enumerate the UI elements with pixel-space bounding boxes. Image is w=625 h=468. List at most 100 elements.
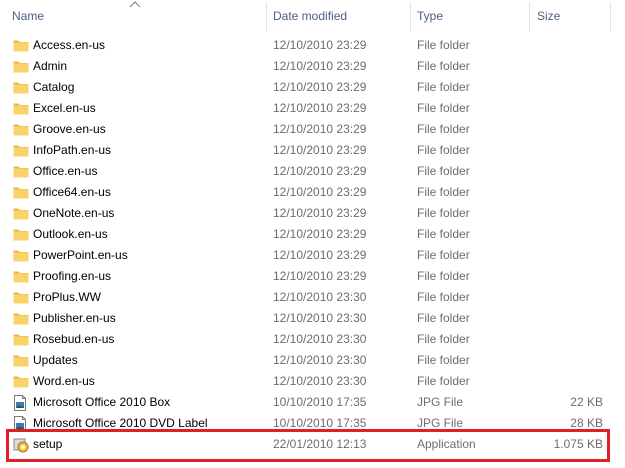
file-name: PowerPoint.en-us (33, 248, 128, 262)
file-size (530, 308, 603, 329)
file-name: Microsoft Office 2010 Box (33, 395, 171, 409)
file-size (530, 350, 603, 371)
column-divider[interactable] (529, 2, 530, 32)
file-name: Microsoft Office 2010 DVD Label (33, 416, 208, 430)
file-row[interactable]: Rosebud.en-us 12/10/2010 23:30 File folder (0, 329, 625, 350)
folder-icon (13, 329, 29, 350)
file-date-modified: 12/10/2010 23:29 (273, 59, 367, 73)
file-row[interactable]: Word.en-us 12/10/2010 23:30 File folder (0, 371, 625, 392)
folder-icon (13, 35, 29, 56)
file-date-modified: 12/10/2010 23:29 (273, 227, 367, 241)
file-row[interactable]: Microsoft Office 2010 DVD Label 10/10/201… (0, 413, 625, 434)
file-row[interactable]: Groove.en-us 12/10/2010 23:29 File folder (0, 119, 625, 140)
file-size (530, 98, 603, 119)
file-type: File folder (417, 59, 470, 73)
column-divider[interactable] (610, 2, 611, 32)
column-divider[interactable] (266, 2, 267, 32)
file-type: File folder (417, 80, 470, 94)
file-name: Excel.en-us (33, 101, 96, 115)
file-name: Proofing.en-us (33, 269, 112, 283)
file-type: JPG File (417, 416, 464, 430)
file-date-modified: 12/10/2010 23:30 (273, 353, 367, 367)
file-row[interactable]: Excel.en-us 12/10/2010 23:29 File folder (0, 98, 625, 119)
file-name: setup (33, 437, 63, 451)
file-date-modified: 12/10/2010 23:29 (273, 185, 367, 199)
file-size: 22 KB (570, 395, 603, 409)
file-date-modified: 22/01/2010 12:13 (273, 437, 367, 451)
folder-icon (13, 161, 29, 182)
file-row[interactable]: Publisher.en-us 12/10/2010 23:30 File fold… (0, 308, 625, 329)
file-name: Office64.en-us (33, 185, 111, 199)
file-date-modified: 12/10/2010 23:29 (273, 122, 367, 136)
file-date-modified: 12/10/2010 23:29 (273, 101, 367, 115)
file-name: Outlook.en-us (33, 227, 108, 241)
file-type: JPG File (417, 395, 464, 409)
file-row[interactable]: Outlook.en-us 12/10/2010 23:29 File folder (0, 224, 625, 245)
file-size (530, 287, 603, 308)
file-date-modified: 12/10/2010 23:29 (273, 38, 367, 52)
file-size (530, 77, 603, 98)
file-date-modified: 10/10/2010 17:35 (273, 395, 367, 409)
file-row[interactable]: Updates 12/10/2010 23:30 File folder (0, 350, 625, 371)
folder-icon (13, 287, 29, 308)
file-row[interactable]: Access.en-us 12/10/2010 23:29 File folder (0, 35, 625, 56)
folder-icon (13, 371, 29, 392)
file-name: Publisher.en-us (33, 311, 116, 325)
column-header-date-modified[interactable]: Date modified (273, 0, 405, 32)
file-date-modified: 12/10/2010 23:29 (273, 206, 367, 220)
folder-icon (13, 182, 29, 203)
file-type: File folder (417, 101, 470, 115)
column-header-size[interactable]: Size (537, 0, 607, 32)
folder-icon (13, 98, 29, 119)
file-date-modified: 12/10/2010 23:29 (273, 269, 367, 283)
file-size (530, 203, 603, 224)
file-type: File folder (417, 332, 470, 346)
folder-icon (13, 245, 29, 266)
file-type: File folder (417, 206, 470, 220)
file-date-modified: 12/10/2010 23:30 (273, 374, 367, 388)
file-type: Application (417, 437, 476, 451)
file-size (530, 35, 603, 56)
file-row[interactable]: setup 22/01/2010 12:13 Application 1.075 KB (0, 434, 625, 455)
file-name: Admin (33, 59, 68, 73)
folder-icon (13, 77, 29, 98)
file-name: Updates (33, 353, 78, 367)
file-size (530, 119, 603, 140)
file-date-modified: 12/10/2010 23:29 (273, 248, 367, 262)
file-type: File folder (417, 269, 470, 283)
column-header-name[interactable]: Name (12, 0, 264, 32)
file-type: File folder (417, 227, 470, 241)
column-header-bar: Name Date modified Type Size (0, 0, 625, 32)
file-row[interactable]: ProPlus.WW 12/10/2010 23:30 File folder (0, 287, 625, 308)
file-row[interactable]: Admin 12/10/2010 23:29 File folder (0, 56, 625, 77)
file-name: Catalog (33, 80, 75, 94)
folder-icon (13, 224, 29, 245)
file-size (530, 161, 603, 182)
file-name: Access.en-us (33, 38, 106, 52)
file-type: File folder (417, 374, 470, 388)
column-header-type[interactable]: Type (417, 0, 525, 32)
image-file-icon (13, 413, 29, 434)
file-row[interactable]: Microsoft Office 2010 Box 10/10/2010 17:3… (0, 392, 625, 413)
folder-icon (13, 119, 29, 140)
file-row[interactable]: OneNote.en-us 12/10/2010 23:29 File folder (0, 203, 625, 224)
file-name: Office.en-us (33, 164, 98, 178)
folder-icon (13, 203, 29, 224)
folder-icon (13, 308, 29, 329)
file-row[interactable]: InfoPath.en-us 12/10/2010 23:29 File folde… (0, 140, 625, 161)
file-row[interactable]: Proofing.en-us 12/10/2010 23:29 File folde… (0, 266, 625, 287)
file-row[interactable]: Catalog 12/10/2010 23:29 File folder (0, 77, 625, 98)
file-size (530, 224, 603, 245)
file-name: Groove.en-us (33, 122, 106, 136)
file-row[interactable]: Office64.en-us 12/10/2010 23:29 File folde… (0, 182, 625, 203)
file-type: File folder (417, 185, 470, 199)
setup-app-icon (13, 434, 29, 455)
column-divider[interactable] (410, 2, 411, 32)
file-date-modified: 10/10/2010 17:35 (273, 416, 367, 430)
file-name: Word.en-us (33, 374, 95, 388)
file-row[interactable]: Office.en-us 12/10/2010 23:29 File folder (0, 161, 625, 182)
file-type: File folder (417, 143, 470, 157)
file-row[interactable]: PowerPoint.en-us 12/10/2010 23:29 File fol… (0, 245, 625, 266)
file-type: File folder (417, 38, 470, 52)
folder-icon (13, 140, 29, 161)
